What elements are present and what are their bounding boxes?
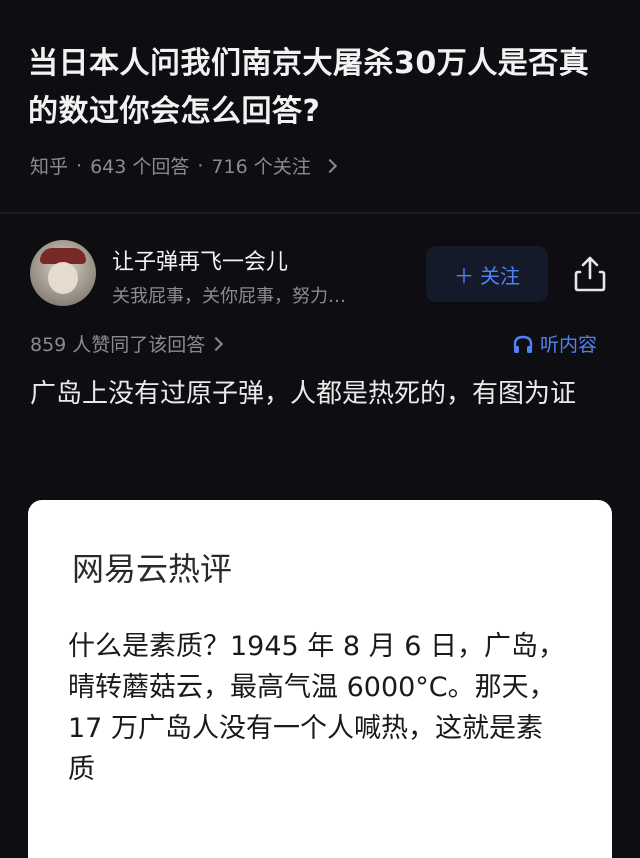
listen-button[interactable]: 听内容 — [512, 330, 597, 357]
answer-page: 当日本人问我们南京大屠杀30万人是否真的数过你会怎么回答? 知乎 · 643 个… — [0, 0, 640, 858]
agree-count-text: 859 人赞同了该回答 — [30, 334, 206, 356]
card-title: 网易云热评 — [72, 550, 233, 588]
meta-separator: · — [76, 154, 83, 177]
quoted-image-card[interactable]: 网易云热评 什么是素质？1945 年 8 月 6 日，广岛，晴转蘑菇云，最高气温… — [28, 500, 612, 858]
avatar-face — [48, 262, 78, 294]
share-icon[interactable] — [572, 254, 608, 294]
question-meta[interactable]: 知乎 · 643 个回答 · 716 个关注 — [30, 152, 337, 179]
author-name[interactable]: 让子弹再飞一会儿 — [112, 244, 288, 276]
answer-text: 广岛上没有过原子弹，人都是热死的，有图为证 — [30, 379, 577, 409]
question-title[interactable]: 当日本人问我们南京大屠杀30万人是否真的数过你会怎么回答? — [28, 40, 618, 136]
chevron-right-icon — [322, 158, 337, 173]
meta-separator: · — [197, 154, 204, 177]
answer-count: 643 个回答 — [90, 156, 190, 178]
author-bio: 关我屁事，关你屁事，努力… — [112, 286, 346, 307]
follow-button[interactable]: ＋ 关注 — [426, 246, 548, 302]
card-body: 什么是素质？1945 年 8 月 6 日，广岛，晴转蘑菇云，最高气温 6000°… — [68, 631, 565, 785]
agree-count[interactable]: 859 人赞同了该回答 — [30, 330, 224, 357]
chevron-right-icon — [209, 336, 224, 351]
source-label: 知乎 — [30, 156, 69, 178]
follower-count: 716 个关注 — [211, 156, 311, 178]
avatar[interactable] — [30, 240, 96, 306]
headphones-icon — [513, 335, 533, 353]
plus-icon: ＋ — [454, 263, 474, 288]
divider — [0, 212, 640, 214]
listen-label: 听内容 — [540, 334, 598, 356]
follow-label: 关注 — [480, 263, 520, 288]
